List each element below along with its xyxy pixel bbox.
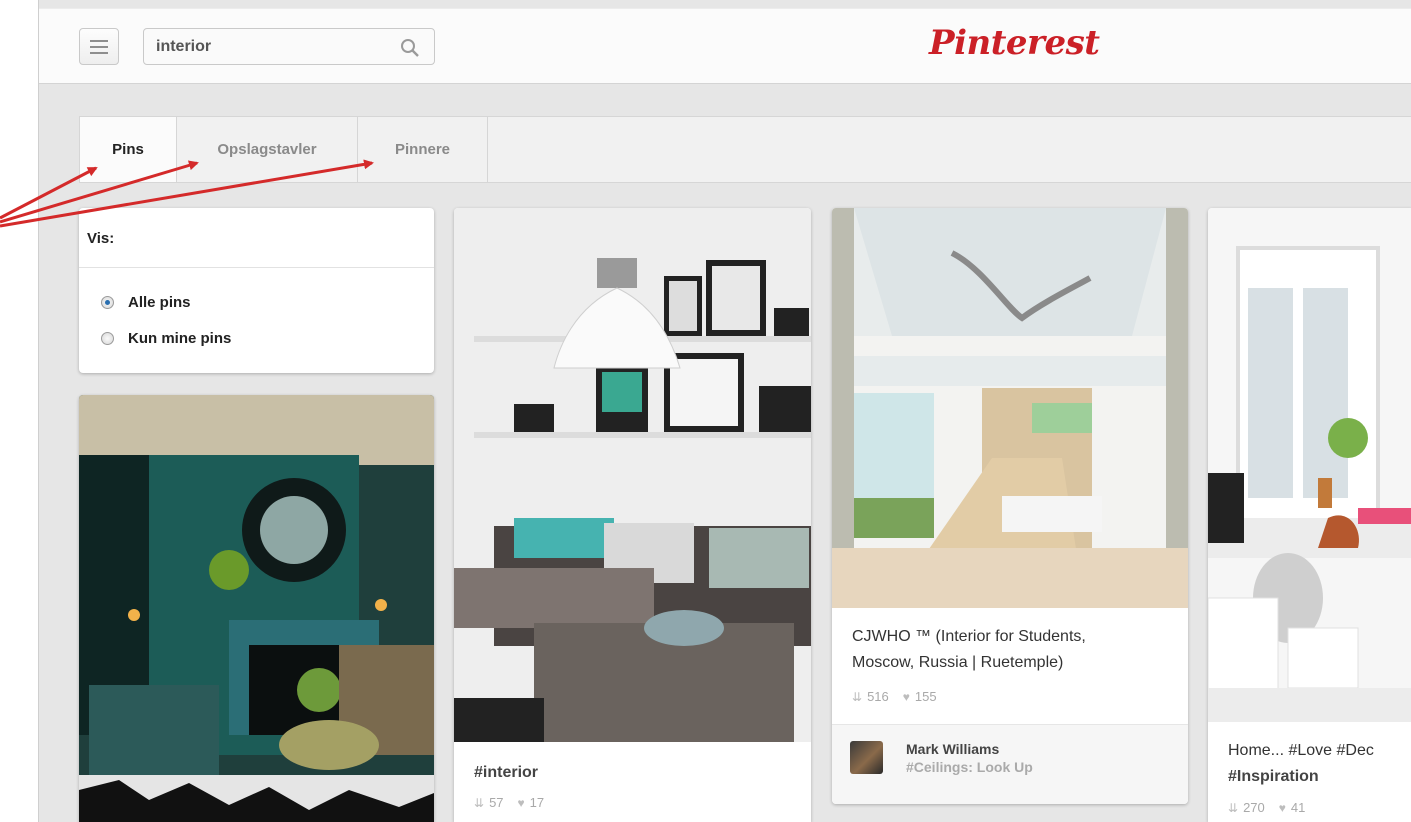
option-label: Alle pins xyxy=(128,294,191,311)
filter-title: Vis: xyxy=(79,208,434,268)
search-box[interactable] xyxy=(143,28,435,65)
like-count: 17 xyxy=(529,795,545,810)
pin-card[interactable]: #interior ⇊ 57 ♥ 17 xyxy=(454,208,811,822)
like-count: 155 xyxy=(914,689,937,704)
board-name[interactable]: #Ceilings: Look Up xyxy=(906,759,1033,775)
heart-icon: ♥ xyxy=(902,689,910,704)
pin-description-line: CJWHO ™ (Interior for Students, xyxy=(852,628,1086,645)
menu-button[interactable] xyxy=(79,28,119,65)
pin-description-line: #Inspiration xyxy=(1228,768,1319,785)
heart-icon: ♥ xyxy=(517,795,525,810)
option-label: Kun mine pins xyxy=(128,330,232,347)
filter-panel: Vis: Alle pins Kun mine pins xyxy=(79,208,434,373)
repin-icon: ⇊ xyxy=(1228,800,1239,815)
hamburger-line xyxy=(90,51,108,54)
tab-boards[interactable]: Opslagstavler xyxy=(177,117,358,182)
like-count: 41 xyxy=(1290,800,1306,815)
hamburger-icon xyxy=(90,39,108,42)
repin-count: 270 xyxy=(1243,800,1265,815)
pin-stats: ⇊ 516 ♥ 155 xyxy=(852,689,937,704)
repin-icon: ⇊ xyxy=(474,795,485,810)
hamburger-line xyxy=(90,45,108,48)
heart-icon: ♥ xyxy=(1278,800,1286,815)
pin-card[interactable]: CJWHO ™ (Interior for Students, Moscow, … xyxy=(832,208,1188,804)
repin-count: 57 xyxy=(489,795,504,810)
pinterest-logo[interactable]: Pinterest xyxy=(929,23,1100,63)
pin-image[interactable] xyxy=(832,208,1188,608)
tab-pinners[interactable]: Pinnere xyxy=(358,117,488,182)
search-input[interactable] xyxy=(156,37,386,57)
repin-count: 516 xyxy=(867,689,889,704)
pinner-attribution[interactable]: Mark Williams #Ceilings: Look Up xyxy=(832,724,1188,804)
pinner-name[interactable]: Mark Williams xyxy=(906,741,999,757)
pin-image[interactable] xyxy=(454,208,811,742)
pin-stats: ⇊ 57 ♥ 17 xyxy=(474,795,544,810)
pin-description-line: Home... #Love #Dec xyxy=(1228,742,1374,759)
repin-icon: ⇊ xyxy=(852,689,863,704)
pin-card[interactable] xyxy=(79,395,434,822)
search-tabs: Pins Opslagstavler Pinnere xyxy=(79,116,1411,183)
pin-description: #interior xyxy=(474,764,539,781)
radio-button[interactable] xyxy=(101,332,114,345)
pin-image[interactable] xyxy=(79,395,434,822)
search-icon[interactable] xyxy=(400,38,420,58)
browser-page: Pinterest Pins Opslagstavler Pinnere Vis… xyxy=(38,0,1411,822)
pin-stats: ⇊ 270 ♥ 41 xyxy=(1228,800,1305,815)
pin-image[interactable] xyxy=(1208,208,1411,722)
avatar[interactable] xyxy=(850,741,883,774)
radio-button[interactable] xyxy=(101,296,114,309)
option-all-pins[interactable]: Alle pins xyxy=(101,294,191,311)
pin-card[interactable]: Home... #Love #Dec #Inspiration ⇊ 270 ♥ 41 xyxy=(1208,208,1411,822)
tab-pins[interactable]: Pins xyxy=(80,117,177,182)
top-bar: Pinterest xyxy=(39,8,1411,84)
option-my-pins[interactable]: Kun mine pins xyxy=(101,330,231,347)
pin-description-line: Moscow, Russia | Ruetemple) xyxy=(852,654,1064,671)
